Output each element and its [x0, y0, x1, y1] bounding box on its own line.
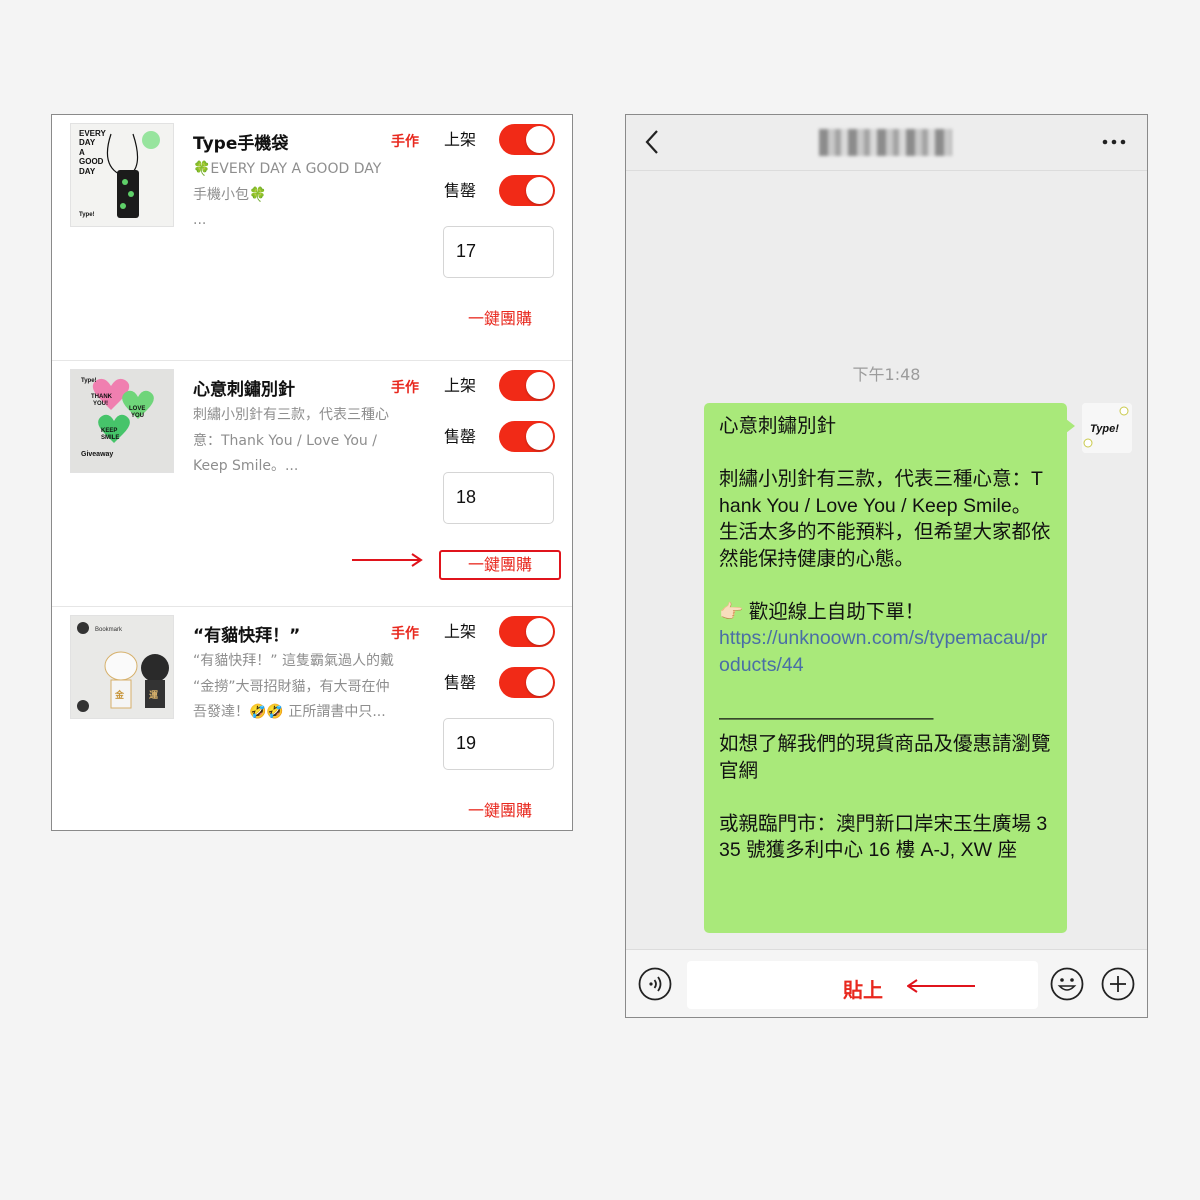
- avatar-brand-text: Type!: [1090, 423, 1119, 435]
- product-list-panel: EVERY DAY A GOOD DAY Type! Type手機袋 手作 🍀E…: [51, 114, 573, 831]
- message-line: [719, 440, 1053, 467]
- product-link[interactable]: https://unknoown.com/s/typemacau/product…: [719, 625, 1053, 678]
- chevron-left-icon[interactable]: [644, 129, 660, 155]
- product-description: “有貓快拜！” 這隻霸氣過人的戴 “金撈”大哥招財貓，有大哥在仲 吾發達！🤣🤣 …: [193, 653, 394, 720]
- soldout-label: 售罄: [444, 673, 477, 692]
- thumb-text: YOU!: [93, 401, 108, 407]
- quantity-input[interactable]: 17: [443, 226, 554, 278]
- thumb-text: GOOD: [79, 157, 104, 166]
- thumb-text: Giveaway: [81, 451, 113, 458]
- thumb-text: YOU: [131, 413, 144, 419]
- product-name[interactable]: Type手機袋: [193, 129, 288, 154]
- group-buy-button[interactable]: 一鍵團購: [439, 550, 561, 580]
- paste-annotation: 貼上: [843, 978, 883, 1002]
- thumb-text: DAY: [79, 167, 96, 176]
- thumb-text: Bookmark: [95, 627, 123, 633]
- avatar[interactable]: Type!: [1082, 403, 1132, 453]
- listed-toggle[interactable]: [499, 370, 555, 401]
- group-buy-button[interactable]: 一鍵團購: [439, 304, 561, 334]
- soldout-toggle[interactable]: [499, 421, 555, 452]
- message-line: 或親臨門市：澳門新口岸宋玉生廣場 335 號獲多利中心 16 樓 A-J, XW…: [719, 812, 1048, 862]
- handmade-tag: 手作: [391, 134, 419, 150]
- listed-label: 上架: [444, 622, 477, 641]
- message-line: 心意刺鏽別針: [719, 415, 837, 437]
- thumb-text: A: [79, 148, 85, 157]
- chat-panel: 下午1:48 心意刺鏽別針 刺繡小別針有三款，代表三種心意：Thank You …: [625, 114, 1148, 1018]
- handmade-tag: 手作: [391, 380, 419, 396]
- input-bar: 貼上: [626, 949, 1147, 1017]
- message-line: 生活太多的不能預料，但希望大家都依然能保持健康的心態。: [719, 521, 1051, 570]
- thumb-brand: Type!: [81, 378, 97, 384]
- message-line: 👉🏻 歡迎線上自助下單！: [719, 600, 925, 623]
- chat-title-blurred: [819, 129, 952, 156]
- soldout-toggle[interactable]: [499, 175, 555, 206]
- emoji-icon[interactable]: [1050, 967, 1084, 1001]
- handmade-tag: 手作: [391, 626, 419, 642]
- product-item: Bookmark 金 運 “有貓快拜！” 手作 “有貓快拜！” 這隻霸氣過人的戴…: [52, 607, 572, 853]
- thumb-text: DAY: [79, 138, 96, 147]
- chat-header: [626, 115, 1147, 171]
- thumb-text: EVERY: [79, 129, 106, 138]
- listed-label: 上架: [444, 130, 477, 149]
- product-thumbnail[interactable]: Bookmark 金 運: [71, 616, 173, 718]
- message-line: [719, 784, 1053, 811]
- thumb-text: 金: [114, 689, 125, 701]
- thumb-text: KEEP: [101, 428, 117, 434]
- message-line: [719, 572, 1053, 599]
- soldout-toggle[interactable]: [499, 667, 555, 698]
- voice-icon[interactable]: [638, 967, 672, 1001]
- soldout-label: 售罄: [444, 181, 477, 200]
- message-line: 刺繡小別針有三款，代表三種心意：Thank You / Love You / K…: [719, 468, 1043, 517]
- thumb-text: LOVE: [129, 406, 145, 412]
- product-item: THANK YOU! LOVE YOU KEEP SMILE Giveaway …: [52, 361, 572, 607]
- message-divider: ———————————: [719, 706, 934, 729]
- thumb-brand: Type!: [79, 212, 95, 218]
- thumb-text: SMILE: [101, 435, 119, 441]
- thumb-text: 運: [149, 690, 158, 701]
- more-dots-icon[interactable]: [1101, 129, 1127, 155]
- quantity-input[interactable]: 19: [443, 718, 554, 770]
- product-description: 刺繡小別針有三款，代表三種心 意：Thank You / Love You / …: [193, 407, 389, 474]
- message-line: 如想了解我們的現貨商品及優惠請瀏覽官網: [719, 733, 1051, 782]
- product-name[interactable]: 心意刺鏽別針: [193, 375, 295, 400]
- message-line: [719, 678, 1053, 705]
- listed-label: 上架: [444, 376, 477, 395]
- product-description: 🍀EVERY DAY A GOOD DAY 手機小包🍀 ...: [193, 161, 382, 228]
- product-thumbnail[interactable]: EVERY DAY A GOOD DAY Type!: [71, 124, 173, 226]
- message-bubble[interactable]: 心意刺鏽別針 刺繡小別針有三款，代表三種心意：Thank You / Love …: [704, 403, 1075, 933]
- message-timestamp: 下午1:48: [852, 365, 921, 384]
- arrow-left-icon: [907, 979, 975, 993]
- thumb-text: THANK: [91, 394, 113, 400]
- arrow-right-icon: [352, 553, 423, 567]
- group-buy-button[interactable]: 一鍵團購: [439, 796, 561, 826]
- quantity-input[interactable]: 18: [443, 472, 554, 524]
- soldout-label: 售罄: [444, 427, 477, 446]
- plus-icon[interactable]: [1101, 967, 1135, 1001]
- product-thumbnail[interactable]: THANK YOU! LOVE YOU KEEP SMILE Giveaway …: [71, 370, 173, 472]
- product-name[interactable]: “有貓快拜！”: [193, 621, 300, 646]
- message-input[interactable]: 貼上: [687, 961, 1038, 1009]
- listed-toggle[interactable]: [499, 616, 555, 647]
- listed-toggle[interactable]: [499, 124, 555, 155]
- product-item: EVERY DAY A GOOD DAY Type! Type手機袋 手作 🍀E…: [52, 115, 572, 361]
